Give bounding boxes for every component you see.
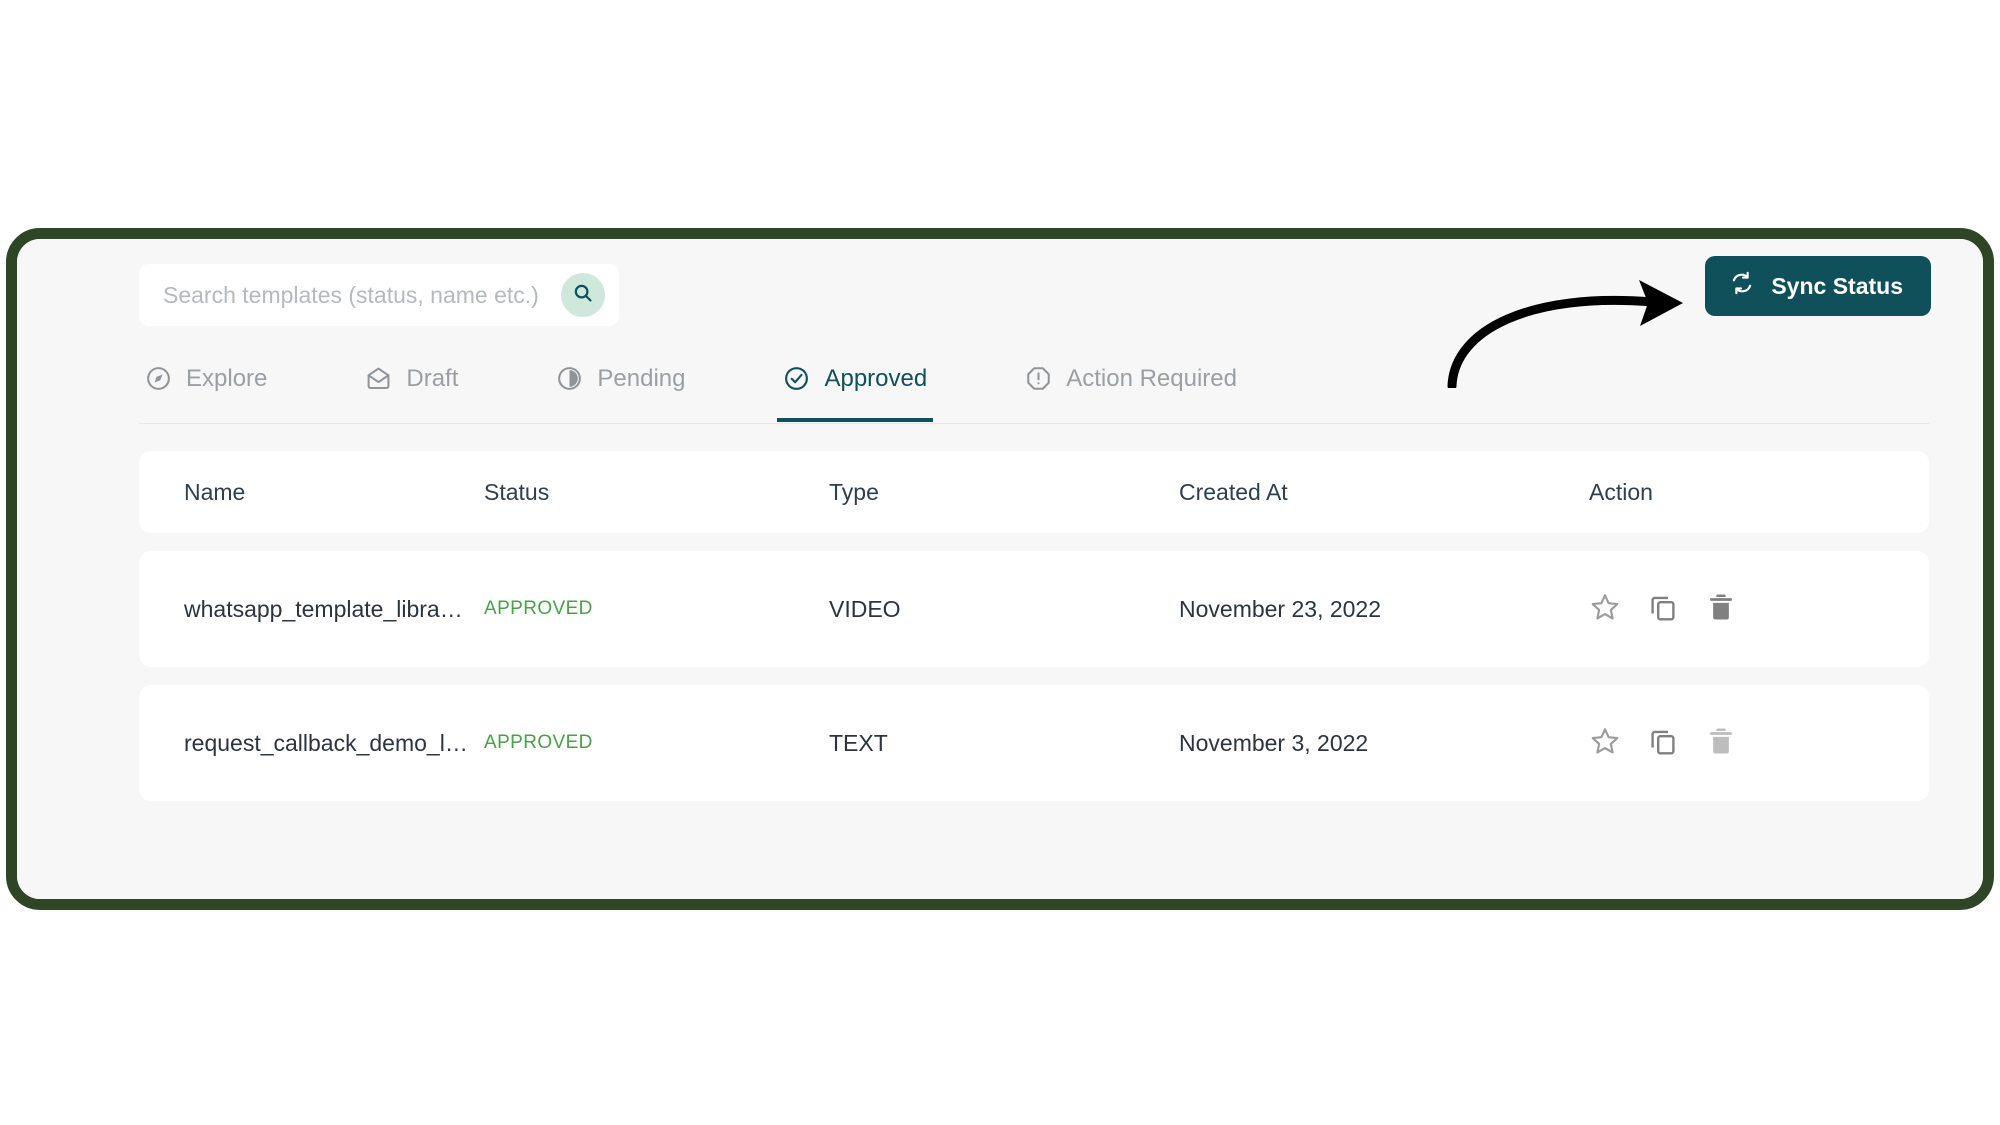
cell-type: VIDEO bbox=[829, 596, 1179, 623]
copy-icon[interactable] bbox=[1647, 725, 1679, 762]
app-window-content: Sync Status Explore bbox=[17, 239, 1983, 899]
tab-draft[interactable]: Draft bbox=[359, 351, 464, 422]
search-button[interactable] bbox=[561, 273, 605, 317]
status-badge: APPROVED bbox=[484, 598, 829, 620]
cell-created-at: November 3, 2022 bbox=[1179, 730, 1579, 757]
tab-explore[interactable]: Explore bbox=[139, 351, 273, 422]
sync-status-label: Sync Status bbox=[1771, 273, 1903, 300]
screenshot-root: Sync Status Explore bbox=[0, 0, 2000, 1125]
search-input[interactable] bbox=[161, 281, 561, 310]
search-icon bbox=[572, 282, 594, 309]
table-row[interactable]: request_callback_demo_link1 APPROVED TEX… bbox=[139, 685, 1929, 801]
tab-draft-label: Draft bbox=[406, 367, 458, 391]
tab-approved[interactable]: Approved bbox=[777, 351, 933, 422]
cell-created-at: November 23, 2022 bbox=[1179, 596, 1579, 623]
tab-approved-label: Approved bbox=[824, 367, 927, 391]
table-header-row: Name Status Type Created At Action bbox=[139, 451, 1929, 533]
row-actions bbox=[1579, 591, 1929, 628]
star-icon[interactable] bbox=[1589, 725, 1621, 762]
column-header-created-at: Created At bbox=[1179, 479, 1579, 506]
check-circle-icon bbox=[783, 365, 810, 392]
status-badge: APPROVED bbox=[484, 732, 829, 754]
compass-icon bbox=[145, 365, 172, 392]
templates-table: Name Status Type Created At Action whats… bbox=[139, 451, 1929, 899]
column-header-type: Type bbox=[829, 479, 1179, 506]
star-icon[interactable] bbox=[1589, 591, 1621, 628]
trash-icon[interactable] bbox=[1705, 725, 1737, 762]
column-header-name: Name bbox=[139, 479, 484, 506]
column-header-action: Action bbox=[1579, 479, 1929, 506]
search-box[interactable] bbox=[139, 264, 619, 326]
table-row[interactable]: whatsapp_template_librar_l... APPROVED V… bbox=[139, 551, 1929, 667]
exclamation-octagon-icon bbox=[1025, 365, 1052, 392]
cell-type: TEXT bbox=[829, 730, 1179, 757]
row-actions bbox=[1579, 725, 1929, 762]
sync-refresh-icon bbox=[1729, 270, 1755, 302]
tab-action-required-label: Action Required bbox=[1066, 367, 1237, 391]
app-window-frame: Sync Status Explore bbox=[6, 228, 1994, 910]
tab-pending[interactable]: Pending bbox=[550, 351, 691, 422]
envelope-open-icon bbox=[365, 365, 392, 392]
cell-name: request_callback_demo_link1 bbox=[139, 730, 484, 757]
tab-pending-label: Pending bbox=[597, 367, 685, 391]
cell-name: whatsapp_template_librar_l... bbox=[139, 596, 484, 623]
copy-icon[interactable] bbox=[1647, 591, 1679, 628]
sync-status-button[interactable]: Sync Status bbox=[1705, 256, 1931, 316]
clock-half-icon bbox=[556, 365, 583, 392]
tab-action-required[interactable]: Action Required bbox=[1019, 351, 1243, 422]
tab-explore-label: Explore bbox=[186, 367, 267, 391]
tab-bar: Explore Draft bbox=[139, 351, 1929, 424]
column-header-status: Status bbox=[484, 479, 829, 506]
trash-icon[interactable] bbox=[1705, 591, 1737, 628]
